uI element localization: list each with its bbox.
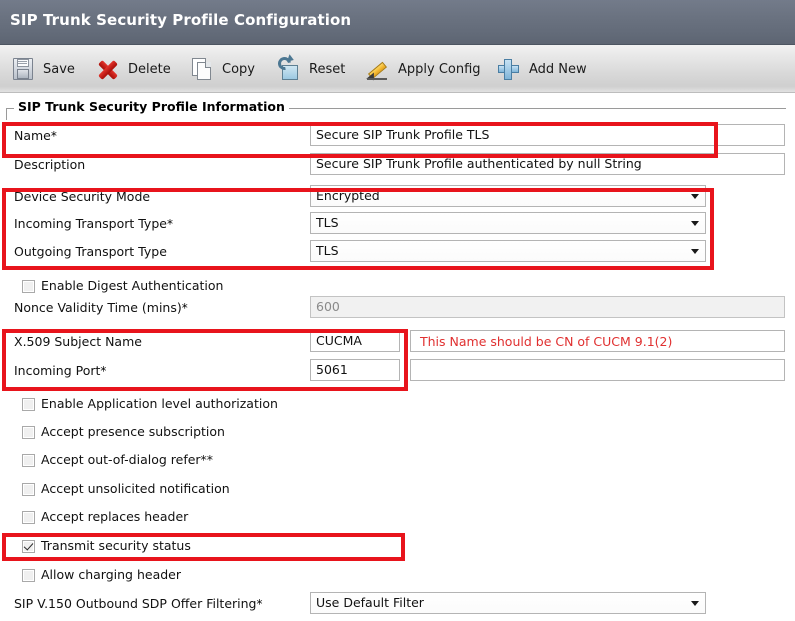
name-input[interactable]: Secure SIP Trunk Profile TLS xyxy=(310,124,785,146)
plus-icon xyxy=(496,56,522,82)
apply-config-button[interactable]: Apply Config xyxy=(365,45,481,93)
accept-presence-subscription-row[interactable]: Accept presence subscription xyxy=(0,424,795,445)
accept-out-of-dialog-refer-label: Accept out-of-dialog refer** xyxy=(41,452,214,467)
copy-button-label: Copy xyxy=(222,61,255,77)
enable-digest-authentication-checkbox[interactable] xyxy=(22,280,35,293)
chevron-down-icon xyxy=(691,601,699,606)
reset-button-label: Reset xyxy=(309,61,346,77)
outgoing-transport-type-value: TLS xyxy=(316,243,339,258)
accept-replaces-header-label: Accept replaces header xyxy=(41,509,189,524)
enable-digest-authentication-label: Enable Digest Authentication xyxy=(41,278,224,293)
accept-out-of-dialog-refer-checkbox[interactable] xyxy=(22,454,35,467)
accept-unsolicited-notification-row[interactable]: Accept unsolicited notification xyxy=(0,481,795,502)
allow-charging-header-label: Allow charging header xyxy=(41,567,181,582)
save-button-label: Save xyxy=(43,61,75,77)
accept-presence-subscription-checkbox[interactable] xyxy=(22,426,35,439)
delete-x-icon xyxy=(95,56,121,82)
enable-application-level-authorization-row[interactable]: Enable Application level authorization xyxy=(0,396,795,417)
sip-v150-filtering-select[interactable]: Use Default Filter xyxy=(310,592,706,614)
chevron-down-icon xyxy=(691,194,699,199)
delete-button[interactable]: Delete xyxy=(95,45,171,93)
accept-unsolicited-notification-label: Accept unsolicited notification xyxy=(41,481,230,496)
chevron-down-icon xyxy=(691,221,699,226)
accept-presence-subscription-label: Accept presence subscription xyxy=(41,424,225,439)
nonce-validity-time-input[interactable]: 600 xyxy=(310,296,785,318)
form-content: SIP Trunk Security Profile Information N… xyxy=(0,93,795,621)
incoming-port-spacer-field xyxy=(410,359,785,381)
outgoing-transport-type-select[interactable]: TLS xyxy=(310,240,706,262)
copy-button[interactable]: Copy xyxy=(189,45,255,93)
transmit-security-status-checkbox[interactable] xyxy=(22,540,35,553)
reset-refresh-icon xyxy=(275,54,302,82)
window-titlebar: SIP Trunk Security Profile Configuration xyxy=(0,0,795,45)
device-security-mode-label: Device Security Mode xyxy=(14,189,151,204)
delete-button-label: Delete xyxy=(128,61,171,77)
enable-application-level-authorization-checkbox[interactable] xyxy=(22,398,35,411)
chevron-down-icon xyxy=(691,249,699,254)
accept-replaces-header-row[interactable]: Accept replaces header xyxy=(0,509,795,530)
enable-application-level-authorization-label: Enable Application level authorization xyxy=(41,396,278,411)
page-title: SIP Trunk Security Profile Configuration xyxy=(10,11,352,29)
nonce-validity-time-label: Nonce Validity Time (mins)* xyxy=(14,300,188,315)
name-label: Name* xyxy=(14,128,57,143)
x509-subject-name-input[interactable]: CUCMA xyxy=(310,330,400,352)
accept-unsolicited-notification-checkbox[interactable] xyxy=(22,483,35,496)
action-toolbar: Save Delete Copy Reset Apply Config Add … xyxy=(0,45,795,93)
description-label: Description xyxy=(14,157,86,172)
allow-charging-header-row[interactable]: Allow charging header xyxy=(0,567,795,588)
incoming-transport-type-label: Incoming Transport Type* xyxy=(14,216,173,231)
fieldset-border-left xyxy=(6,108,7,120)
copy-pages-icon xyxy=(189,56,215,82)
pencil-icon xyxy=(365,56,391,84)
accept-replaces-header-checkbox[interactable] xyxy=(22,511,35,524)
accept-out-of-dialog-refer-row[interactable]: Accept out-of-dialog refer** xyxy=(0,452,795,473)
save-button[interactable]: Save xyxy=(10,45,75,93)
incoming-port-label: Incoming Port* xyxy=(14,363,107,378)
apply-config-button-label: Apply Config xyxy=(398,61,481,77)
transmit-security-status-label: Transmit security status xyxy=(41,538,191,553)
add-new-button[interactable]: Add New xyxy=(496,45,587,93)
allow-charging-header-checkbox[interactable] xyxy=(22,569,35,582)
incoming-transport-type-select[interactable]: TLS xyxy=(310,212,706,234)
transmit-security-status-row[interactable]: Transmit security status xyxy=(0,538,795,559)
outgoing-transport-type-label: Outgoing Transport Type xyxy=(14,244,167,259)
fieldset-legend: SIP Trunk Security Profile Information xyxy=(14,99,289,114)
description-input[interactable]: Secure SIP Trunk Profile authenticated b… xyxy=(310,153,785,175)
x509-note-text: This Name should be CN of CUCM 9.1(2) xyxy=(420,334,673,349)
reset-button[interactable]: Reset xyxy=(275,45,346,93)
device-security-mode-select[interactable]: Encrypted xyxy=(310,185,706,207)
incoming-transport-type-value: TLS xyxy=(316,215,339,230)
save-icon xyxy=(10,56,36,82)
x509-subject-name-label: X.509 Subject Name xyxy=(14,334,142,349)
sip-v150-filtering-value: Use Default Filter xyxy=(316,595,424,610)
sip-v150-filtering-label: SIP V.150 Outbound SDP Offer Filtering* xyxy=(14,596,263,611)
add-new-button-label: Add New xyxy=(529,61,587,77)
device-security-mode-value: Encrypted xyxy=(316,188,380,203)
incoming-port-input[interactable]: 5061 xyxy=(310,359,400,381)
